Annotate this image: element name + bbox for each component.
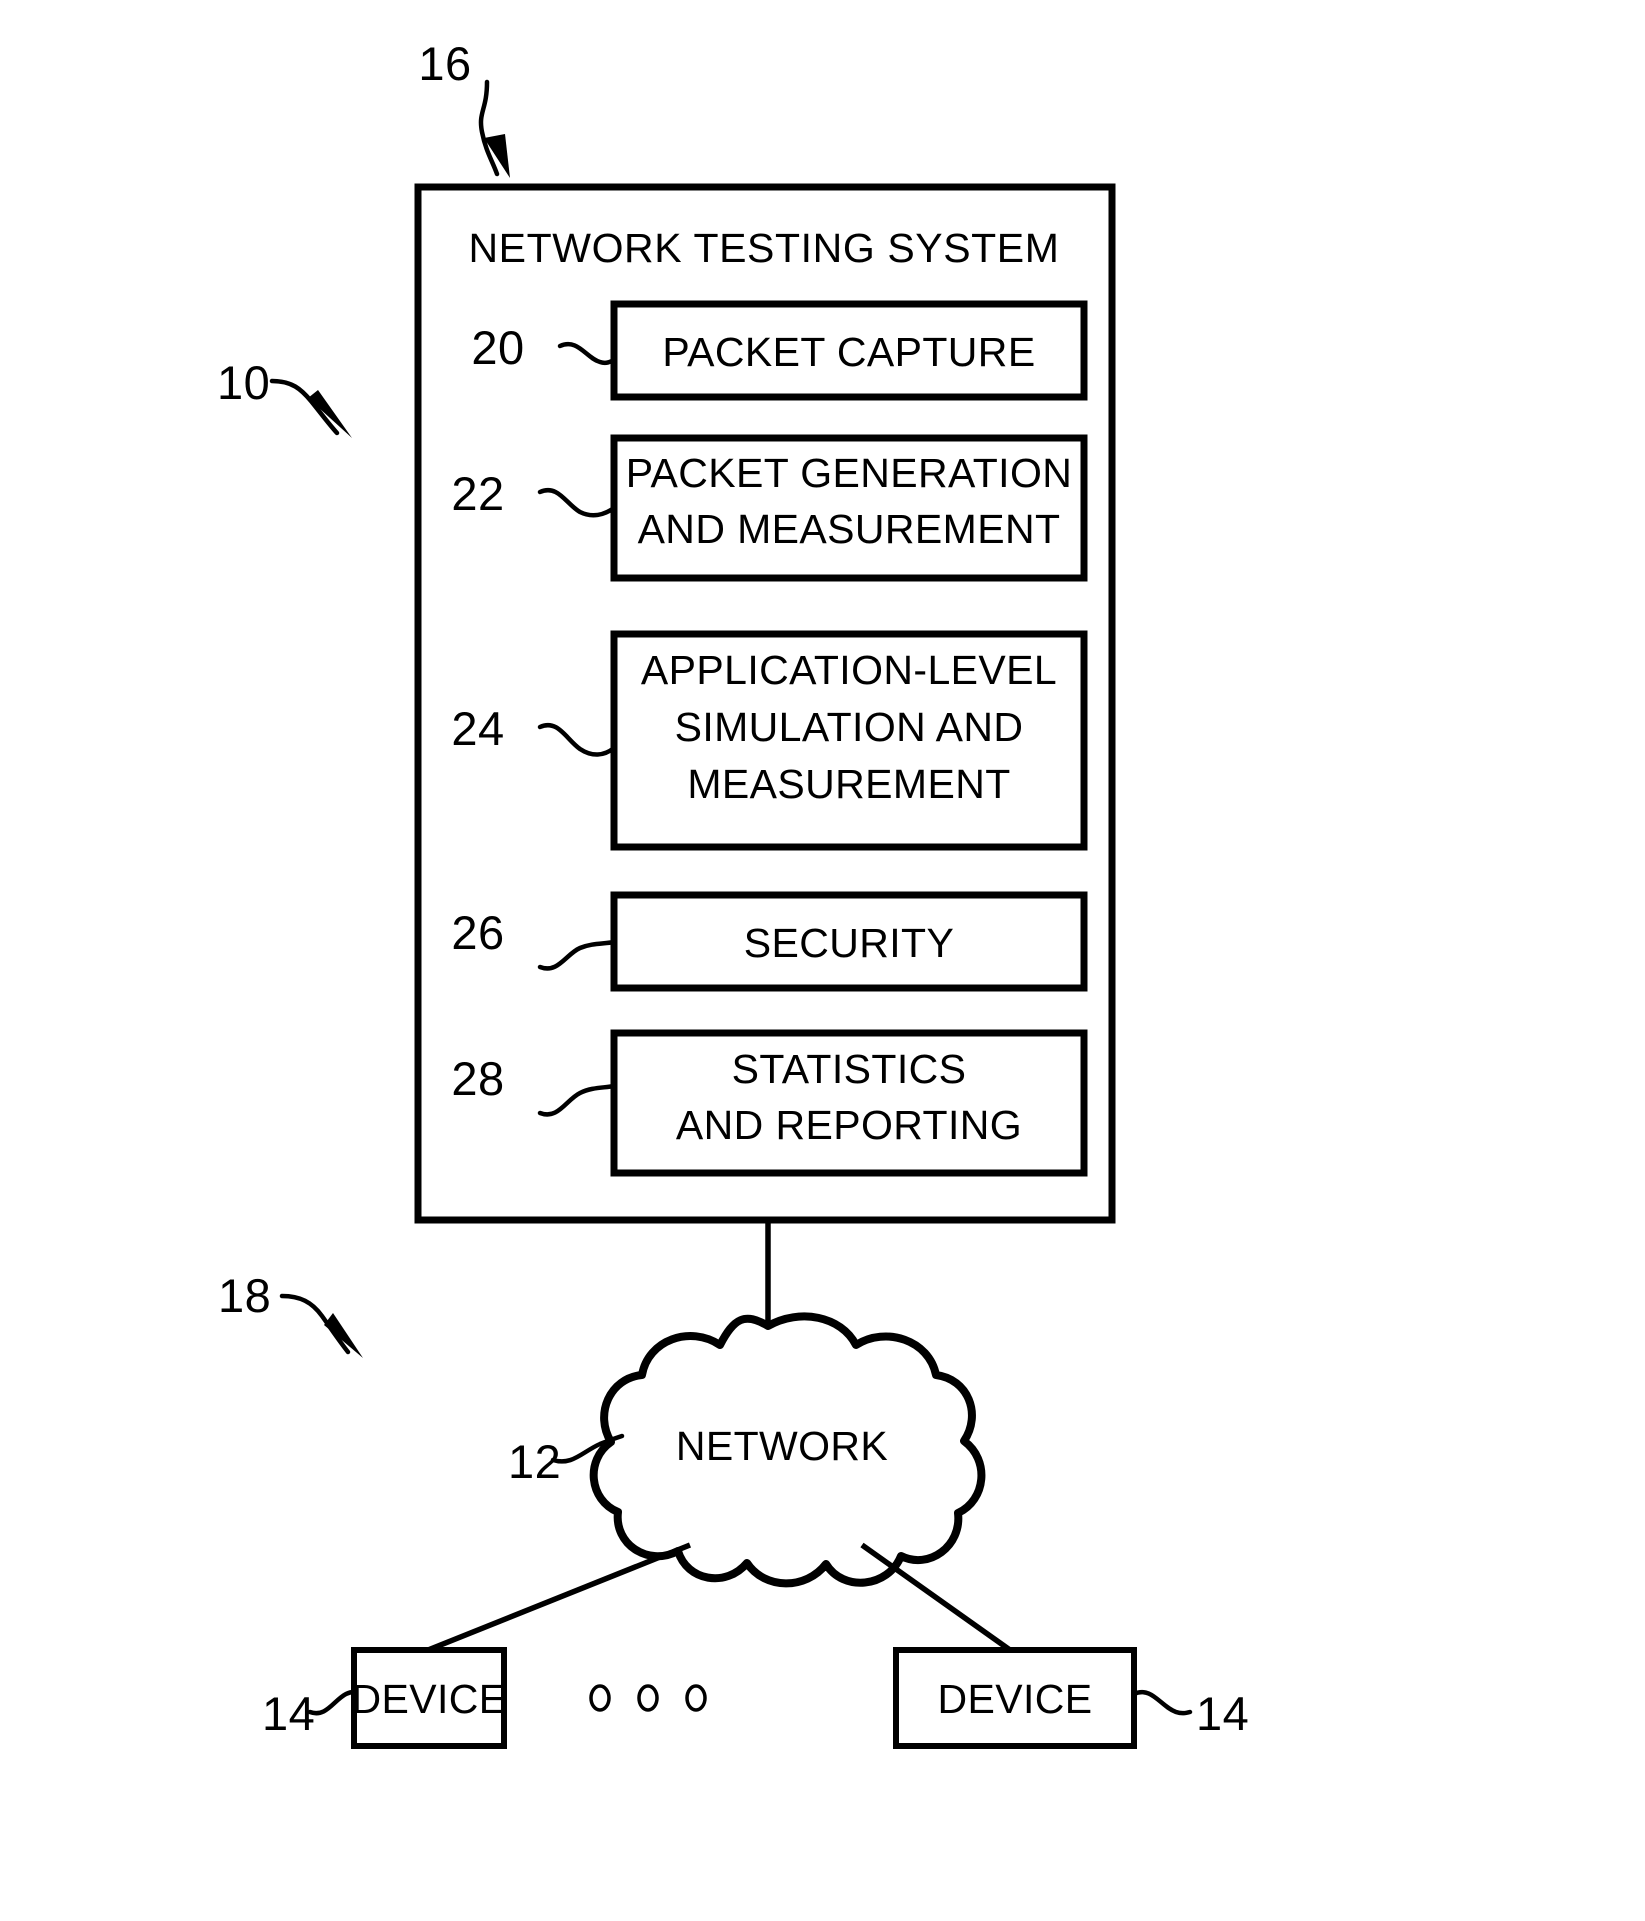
leader-16 — [478, 79, 510, 178]
ref-numeral-10: 10 — [217, 356, 270, 409]
connector-network-to-device-left — [426, 1542, 692, 1653]
ref-numeral-14-left: 14 — [262, 1687, 315, 1740]
ref-numeral-20: 20 — [471, 321, 524, 374]
module-label-packet-generation-line2: AND MEASUREMENT — [638, 506, 1061, 552]
ref-numeral-16: 16 — [418, 37, 471, 90]
ref-numeral-14-right: 14 — [1196, 1687, 1249, 1740]
module-label-security: SECURITY — [744, 920, 955, 966]
figure-canvas: 16 10 20 22 24 26 28 18 12 14 14 NETWORK… — [217, 37, 1249, 1749]
page-title: NETWORK TESTING SYSTEM — [468, 225, 1059, 271]
connector-network-to-device-right — [860, 1542, 1012, 1653]
leader-14-right — [1131, 1689, 1193, 1716]
module-label-packet-capture: PACKET CAPTURE — [662, 329, 1035, 375]
device-label-left: DEVICE — [351, 1676, 506, 1722]
module-label-application-level-line1: APPLICATION-LEVEL — [641, 647, 1057, 693]
module-label-statistics-line2: AND REPORTING — [676, 1102, 1022, 1148]
network-cloud-label: NETWORK — [676, 1423, 888, 1469]
patent-figure: 16 10 20 22 24 26 28 18 12 14 14 NETWORK… — [0, 0, 1645, 1921]
ref-numeral-12: 12 — [508, 1435, 561, 1488]
module-label-application-level-line3: MEASUREMENT — [687, 761, 1010, 807]
device-ellipsis — [589, 1684, 707, 1712]
ref-numeral-24: 24 — [451, 702, 504, 755]
module-label-statistics-line1: STATISTICS — [732, 1046, 967, 1092]
leader-18 — [279, 1293, 363, 1358]
device-label-right: DEVICE — [937, 1676, 1092, 1722]
leader-10 — [269, 378, 352, 438]
module-label-packet-generation-line1: PACKET GENERATION — [626, 450, 1073, 496]
ref-numeral-22: 22 — [451, 467, 504, 520]
module-label-application-level-line2: SIMULATION AND — [675, 704, 1024, 750]
ref-numeral-26: 26 — [451, 906, 504, 959]
ref-numeral-18: 18 — [218, 1269, 271, 1322]
leader-14-left — [307, 1689, 357, 1716]
ref-numeral-28: 28 — [451, 1052, 504, 1105]
